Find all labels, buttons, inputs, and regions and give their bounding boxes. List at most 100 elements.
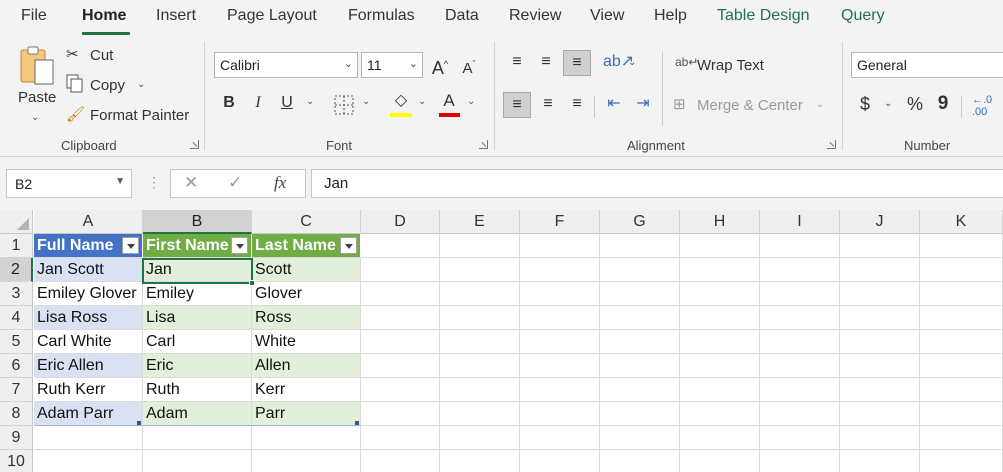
cell[interactable] [760, 282, 840, 306]
cell[interactable] [840, 450, 920, 472]
cell[interactable] [520, 450, 600, 472]
align-left-icon[interactable]: ≡ [503, 92, 531, 118]
cell[interactable] [361, 450, 440, 472]
cell[interactable] [143, 450, 252, 472]
cell[interactable] [520, 282, 600, 306]
cell[interactable] [920, 234, 1003, 258]
table-cell[interactable]: Adam [143, 402, 252, 426]
table-cell[interactable]: Jan Scott [34, 258, 143, 282]
cell[interactable] [361, 258, 440, 282]
cell[interactable] [680, 258, 760, 282]
tab-page-layout[interactable]: Page Layout [227, 7, 317, 25]
row-header-1[interactable]: 1 [0, 234, 33, 258]
name-box[interactable]: B2 ▼ [6, 169, 132, 198]
cell[interactable] [600, 354, 680, 378]
cell[interactable] [600, 330, 680, 354]
cell[interactable] [440, 282, 520, 306]
cell[interactable] [840, 306, 920, 330]
cell[interactable] [361, 330, 440, 354]
underline-dropdown-icon[interactable]: ⌄ [306, 96, 314, 107]
wrap-text-button[interactable]: Wrap Text [697, 57, 764, 74]
font-color-dropdown-icon[interactable]: ⌄ [467, 96, 475, 107]
font-name-select[interactable]: Calibri ⌄ [214, 52, 358, 78]
cell[interactable] [760, 258, 840, 282]
cell[interactable] [440, 450, 520, 472]
row-header-3[interactable]: 3 [0, 282, 33, 306]
underline-button[interactable]: U [277, 91, 297, 117]
cell[interactable] [680, 282, 760, 306]
table-cell[interactable]: Emiley Glover [34, 282, 143, 306]
cell[interactable] [840, 234, 920, 258]
table-header-cell[interactable]: First Name [143, 234, 252, 258]
cell[interactable] [840, 282, 920, 306]
cell[interactable] [760, 426, 840, 450]
copy-button[interactable]: Copy [90, 77, 125, 94]
copy-icon[interactable] [66, 74, 84, 94]
paste-button[interactable]: Paste ⌄ [14, 42, 60, 130]
cell[interactable] [680, 306, 760, 330]
column-header-i[interactable]: I [760, 210, 840, 234]
merge-dropdown-icon[interactable]: ⌄ [816, 99, 824, 110]
currency-button[interactable]: $ [855, 92, 875, 118]
cell[interactable] [600, 306, 680, 330]
cell[interactable] [680, 426, 760, 450]
cell[interactable] [920, 306, 1003, 330]
fill-color-dropdown-icon[interactable]: ⌄ [418, 96, 426, 107]
merge-center-button[interactable]: Merge & Center [697, 97, 803, 114]
cell[interactable] [760, 234, 840, 258]
currency-dropdown-icon[interactable]: ⌄ [884, 98, 892, 109]
cell[interactable] [920, 282, 1003, 306]
cell[interactable] [440, 306, 520, 330]
cell[interactable] [680, 450, 760, 472]
align-middle-icon[interactable]: ≡ [534, 50, 558, 76]
tab-help[interactable]: Help [654, 7, 687, 25]
tab-formulas[interactable]: Formulas [348, 7, 415, 25]
cell[interactable] [760, 402, 840, 426]
borders-icon[interactable] [334, 95, 354, 115]
insert-function-button[interactable]: fx [274, 173, 286, 193]
cell[interactable] [252, 450, 361, 472]
table-cell[interactable]: Emiley [143, 282, 252, 306]
filter-dropdown-icon[interactable] [340, 237, 357, 254]
table-cell[interactable]: Lisa [143, 306, 252, 330]
cell[interactable] [520, 426, 600, 450]
cell[interactable] [920, 378, 1003, 402]
column-header-c[interactable]: C [252, 210, 361, 234]
row-header-9[interactable]: 9 [0, 426, 33, 450]
table-resize-handle[interactable] [137, 421, 141, 425]
cell[interactable] [361, 306, 440, 330]
cell[interactable] [760, 306, 840, 330]
cell[interactable] [680, 354, 760, 378]
table-header-cell[interactable]: Last Name [252, 234, 361, 258]
tab-home[interactable]: Home [82, 7, 126, 25]
select-all-button[interactable] [0, 210, 33, 234]
cell[interactable] [440, 402, 520, 426]
paste-dropdown-icon[interactable]: ⌄ [31, 112, 39, 123]
tab-table-design[interactable]: Table Design [717, 7, 810, 25]
cell[interactable] [680, 234, 760, 258]
table-cell[interactable]: Allen [252, 354, 361, 378]
cell[interactable] [520, 354, 600, 378]
table-cell[interactable]: Jan [143, 258, 252, 282]
align-center-icon[interactable]: ≡ [536, 92, 560, 118]
cell[interactable] [600, 426, 680, 450]
cell[interactable] [361, 426, 440, 450]
table-cell[interactable]: Ruth Kerr [34, 378, 143, 402]
cell[interactable] [361, 378, 440, 402]
table-header-cell[interactable]: Full Name [34, 234, 143, 258]
cell[interactable] [34, 450, 143, 472]
cell[interactable] [440, 354, 520, 378]
grow-font-button[interactable]: A^ [429, 52, 451, 78]
tab-insert[interactable]: Insert [156, 7, 196, 25]
table-cell[interactable]: Glover [252, 282, 361, 306]
percent-button[interactable]: % [903, 92, 927, 118]
cancel-icon[interactable]: ✕ [184, 173, 198, 193]
formula-input[interactable]: Jan [311, 169, 1003, 198]
cell[interactable] [840, 354, 920, 378]
cell[interactable] [520, 402, 600, 426]
cell[interactable] [920, 354, 1003, 378]
table-cell[interactable]: Eric [143, 354, 252, 378]
row-header-4[interactable]: 4 [0, 306, 33, 330]
column-header-d[interactable]: D [361, 210, 440, 234]
row-header-7[interactable]: 7 [0, 378, 33, 402]
